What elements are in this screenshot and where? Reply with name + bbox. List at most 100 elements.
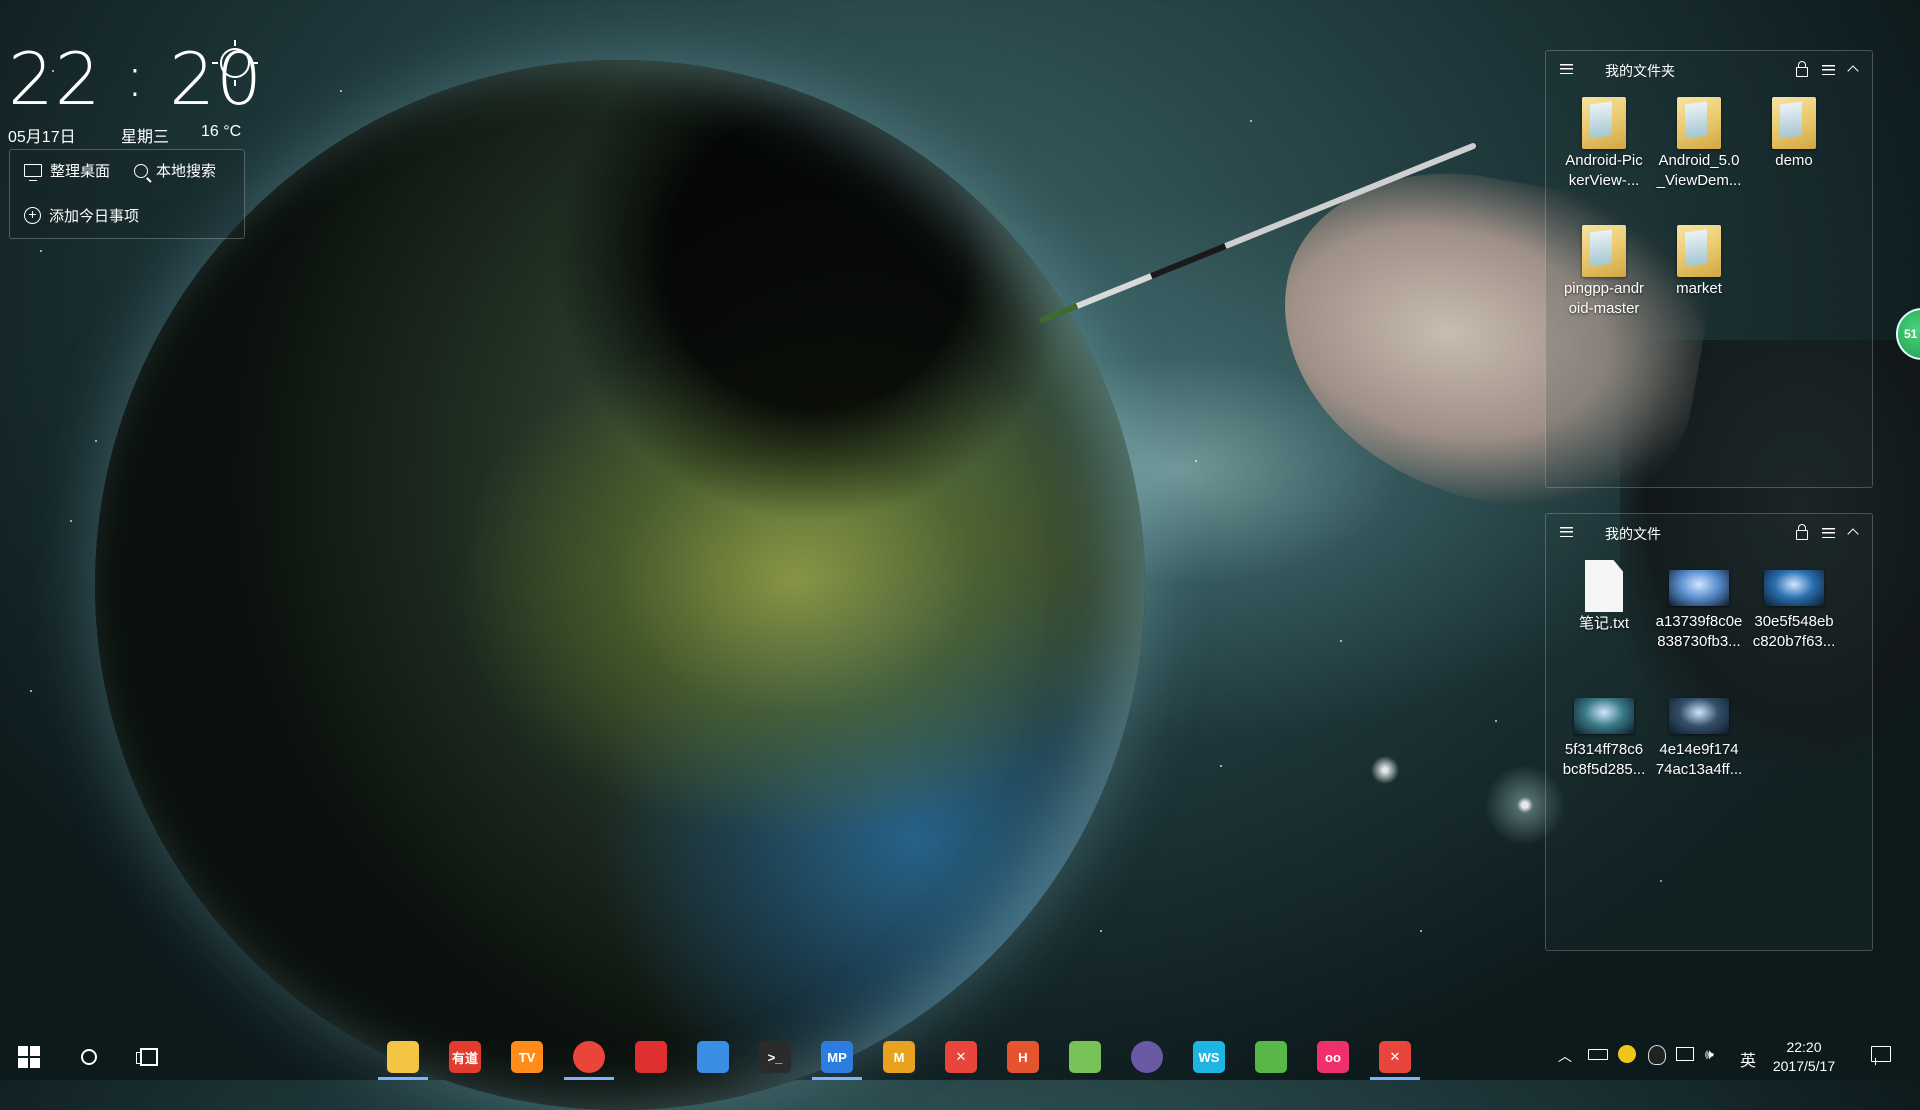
cortana-button[interactable] [66, 1034, 112, 1080]
folder-item[interactable]: market [1651, 225, 1747, 299]
folder-icon [1677, 97, 1721, 149]
netease-music-icon[interactable] [635, 1041, 667, 1073]
item-label-line1: 5f314ff78c6 [1564, 741, 1644, 758]
cortana-icon [81, 1049, 97, 1065]
terminal-icon[interactable]: >_ [759, 1041, 791, 1073]
clock-weekday: 星期三 [121, 129, 170, 146]
ime-indicator[interactable]: 英 [1740, 1047, 1756, 1071]
folder-icon [1677, 225, 1721, 277]
clock-separator: : [125, 45, 146, 110]
list-view-icon[interactable] [1822, 528, 1835, 538]
fence-title: 我的文件夹 [1605, 63, 1675, 79]
organize-desktop-label: 整理桌面 [50, 163, 111, 180]
image-file-icon [1764, 570, 1824, 606]
add-today-event-button[interactable]: + 添加今日事项 [24, 205, 139, 226]
tray-app-icon[interactable] [1618, 1045, 1636, 1063]
item-label-line1: Android-Pic [1565, 152, 1643, 169]
clock-temperature: 16 °C [201, 123, 242, 140]
baidu-netdisk-icon[interactable] [697, 1041, 729, 1073]
image-file-icon [1669, 698, 1729, 734]
sun-icon [212, 40, 258, 86]
local-search-button[interactable]: 本地搜索 [134, 160, 216, 181]
flickr-icon[interactable]: oo [1317, 1041, 1349, 1073]
paintbrush-wallpaper [1038, 142, 1477, 324]
item-label-line1: 笔记.txt [1578, 615, 1629, 632]
clock-widget: 22 : 20 05月17日 星期三 16 °C [8, 38, 263, 147]
item-label-line1: market [1676, 280, 1722, 297]
android-studio-icon[interactable] [1069, 1041, 1101, 1073]
folder-item[interactable]: Android_5.0 _ViewDem... [1651, 97, 1747, 191]
folder-icon [1582, 97, 1626, 149]
folder-item[interactable]: Android-Pic kerView-... [1556, 97, 1652, 191]
m-app-icon[interactable]: M [883, 1041, 915, 1073]
item-label-line1: a13739f8c0e [1655, 613, 1743, 630]
organize-desktop-button[interactable]: 整理桌面 [24, 160, 110, 181]
desktop-tools-panel: 整理桌面 本地搜索 + 添加今日事项 [9, 149, 245, 239]
clock-hour: 22 [8, 37, 102, 121]
item-label-line2: c820b7f63... [1752, 633, 1836, 650]
list-view-icon[interactable] [1822, 65, 1835, 75]
floating-badge[interactable]: 51 [1896, 308, 1920, 360]
taskbar: 有道 TV >_ MP M ✕ H WS oo ✕ ︿ 🕪 英 22:20 2017/5/17 [0, 1034, 1920, 1080]
planet-wallpaper [95, 60, 1145, 1110]
item-label-line2: bc8f5d285... [1562, 761, 1646, 778]
chrome-icon[interactable] [573, 1041, 605, 1073]
item-label-line1: pingpp-andr [1563, 280, 1645, 297]
xmind-icon[interactable]: ✕ [945, 1041, 977, 1073]
battery-icon[interactable] [1588, 1049, 1608, 1060]
eclipse-icon[interactable] [1131, 1041, 1163, 1073]
task-view-button[interactable] [126, 1034, 172, 1080]
taskbar-date: 2017/5/17 [1772, 1058, 1836, 1074]
collapse-icon[interactable] [1847, 65, 1859, 77]
item-label-line2: oid-master [1568, 300, 1640, 317]
file-item[interactable]: 4e14e9f174 74ac13a4ff... [1651, 688, 1747, 780]
item-label-line1: demo [1775, 152, 1813, 169]
windows-logo-icon [18, 1046, 40, 1068]
action-center-icon[interactable] [1871, 1046, 1891, 1062]
file-explorer-icon[interactable] [387, 1041, 419, 1073]
image-file-icon [1574, 698, 1634, 734]
fence-my-folders: 我的文件夹 Android-Pic kerView-... Android_5.0 _… [1545, 50, 1873, 488]
clock-date: 05月17日 [8, 129, 76, 146]
fence-my-files: 我的文件 笔记.txt a13739f8c0e 838730fb3... 30e5f5… [1545, 513, 1873, 951]
task-view-icon [136, 1048, 158, 1066]
folder-icon [1582, 225, 1626, 277]
taskbar-time: 22:20 [1786, 1039, 1822, 1055]
fence-header: 我的文件 [1546, 514, 1872, 552]
fence-title: 我的文件 [1605, 526, 1661, 542]
volume-icon[interactable]: 🕪 [1705, 1046, 1714, 1063]
mp-icon[interactable]: MP [821, 1041, 853, 1073]
folder-item[interactable]: demo [1746, 97, 1842, 171]
hbuilder-icon[interactable]: H [1007, 1041, 1039, 1073]
item-label-line2: 74ac13a4ff... [1655, 761, 1743, 778]
add-today-event-label: 添加今日事项 [49, 208, 140, 225]
evernote-icon[interactable] [1255, 1041, 1287, 1073]
xmind-2-icon[interactable]: ✕ [1379, 1041, 1411, 1073]
fence-header: 我的文件夹 [1546, 51, 1872, 89]
collapse-icon[interactable] [1847, 528, 1859, 540]
file-item[interactable]: 30e5f548eb c820b7f63... [1746, 560, 1842, 652]
start-button[interactable] [6, 1034, 52, 1080]
file-item[interactable]: 5f314ff78c6 bc8f5d285... [1556, 688, 1652, 780]
file-item[interactable]: a13739f8c0e 838730fb3... [1651, 560, 1747, 652]
item-label-line1: 4e14e9f174 [1659, 741, 1739, 758]
menu-icon[interactable] [1560, 527, 1573, 537]
image-file-icon [1669, 570, 1729, 606]
lock-icon[interactable] [1796, 524, 1808, 540]
youdao-dict-icon[interactable]: 有道 [449, 1041, 481, 1073]
folder-item[interactable]: pingpp-andr oid-master [1556, 225, 1652, 319]
desktop-icon [24, 164, 42, 181]
add-circle-icon: + [24, 207, 41, 224]
tray-expand-icon[interactable]: ︿ [1558, 1046, 1572, 1066]
menu-icon[interactable] [1560, 64, 1573, 74]
file-item[interactable]: 笔记.txt [1556, 560, 1652, 634]
taskbar-clock[interactable]: 22:20 2017/5/17 [1768, 1038, 1840, 1076]
folder-icon [1772, 97, 1816, 149]
network-icon[interactable] [1676, 1047, 1694, 1061]
webstorm-icon[interactable]: WS [1193, 1041, 1225, 1073]
mango-tv-icon[interactable]: TV [511, 1041, 543, 1073]
lock-icon[interactable] [1796, 61, 1808, 77]
search-icon [134, 163, 148, 178]
qq-icon[interactable] [1648, 1045, 1666, 1065]
item-label-line2: 838730fb3... [1657, 633, 1741, 650]
